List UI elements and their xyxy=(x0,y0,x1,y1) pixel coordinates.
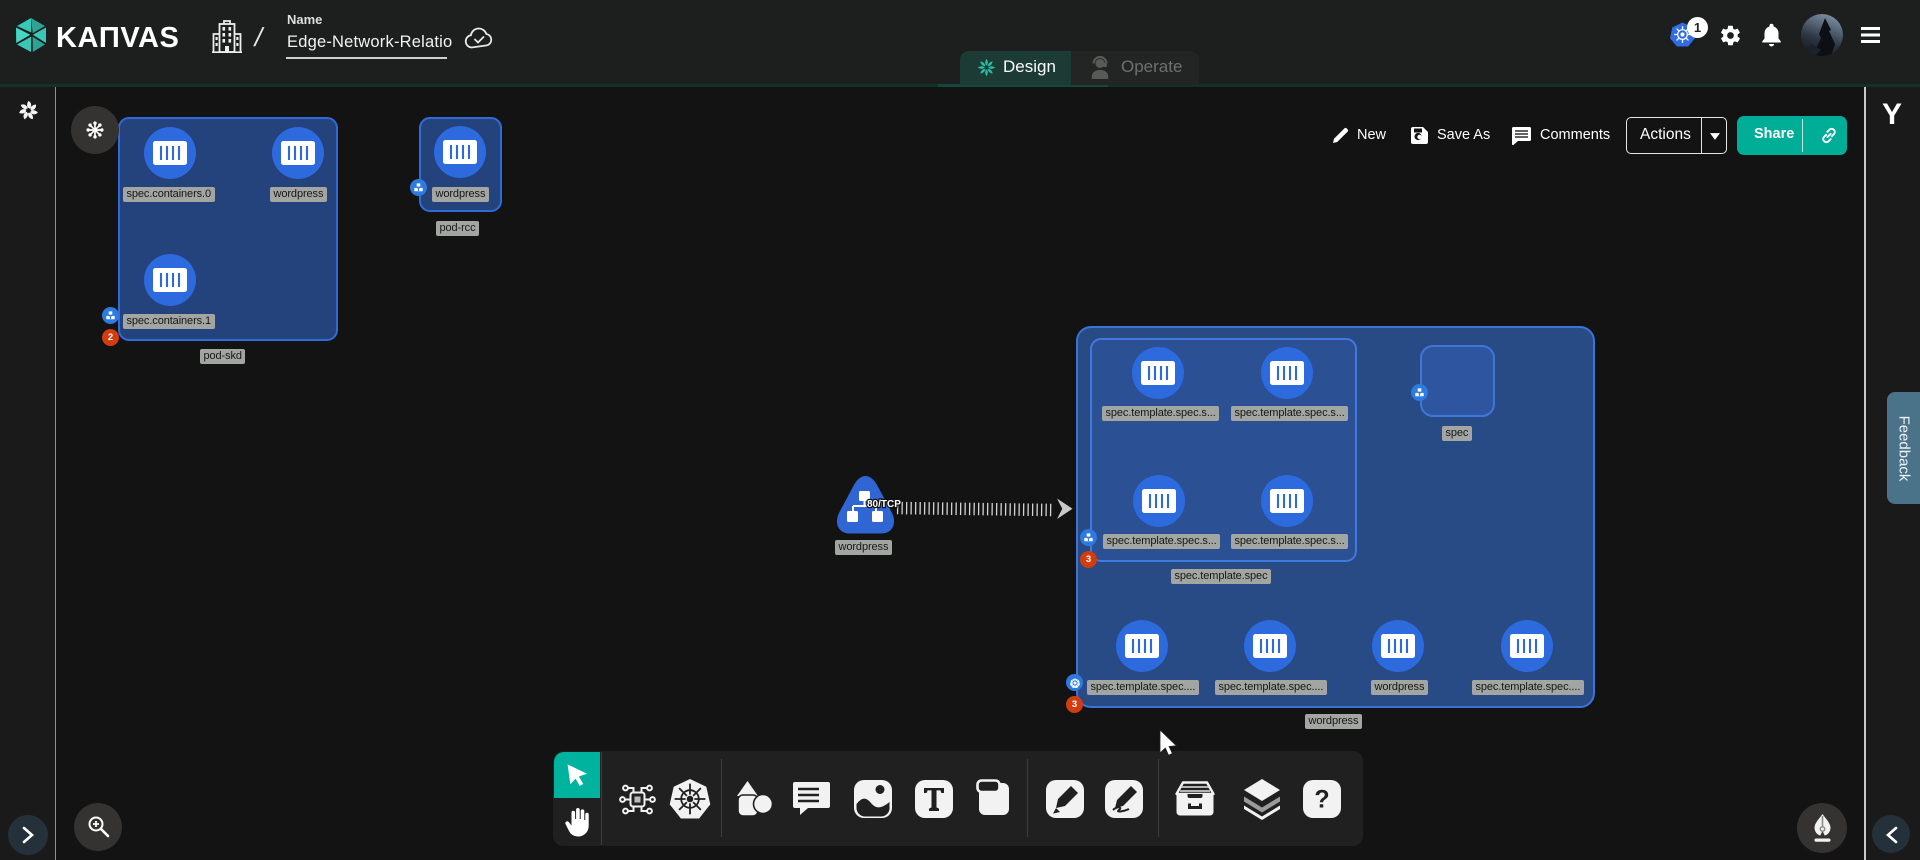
svg-text:80/TCP: 80/TCP xyxy=(867,499,901,510)
svg-text:?: ? xyxy=(1314,786,1329,814)
